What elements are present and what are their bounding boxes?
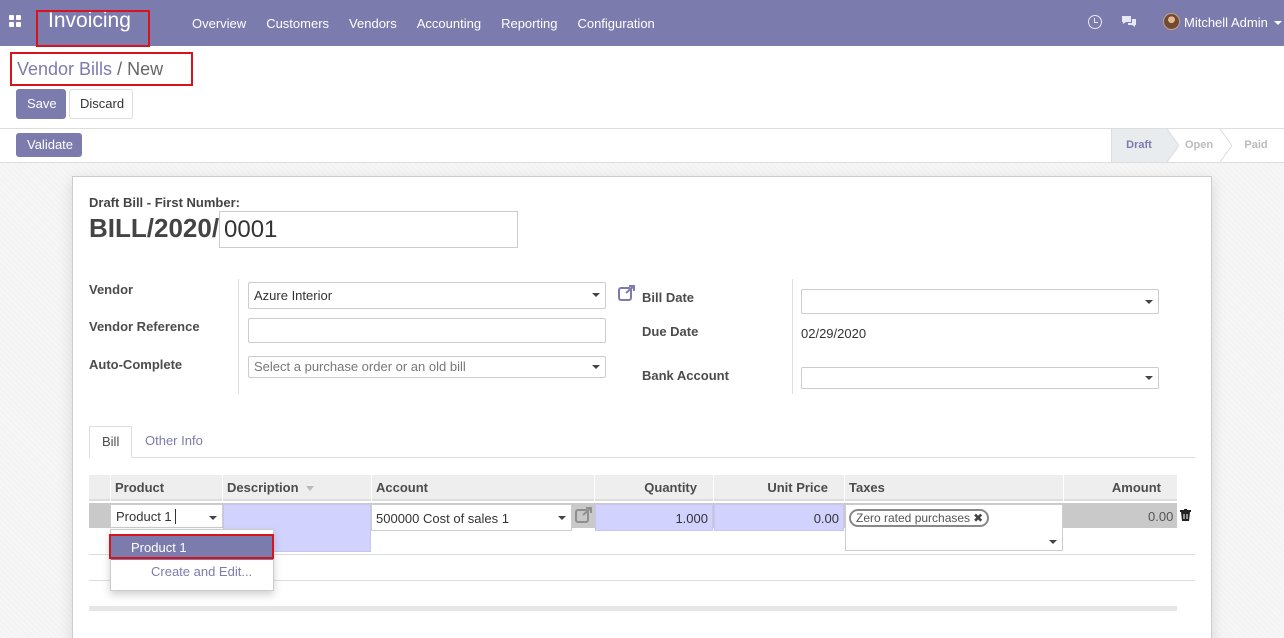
left-group-divider (238, 279, 239, 394)
vendor-label: Vendor (89, 282, 134, 297)
quantity-input[interactable]: 1.000 (595, 504, 713, 531)
quantity-value: 1.000 (675, 511, 708, 526)
due-date-value: 02/29/2020 (801, 326, 867, 341)
column-quantity[interactable]: Quantity (594, 475, 713, 501)
account-value: 500000 Cost of sales 1 (376, 511, 509, 526)
draft-label: Draft Bill - First Number: (89, 195, 240, 210)
vendor-reference-input[interactable] (248, 318, 606, 343)
vendor-field[interactable]: Azure Interior (248, 282, 606, 309)
product-value: Product 1 (116, 509, 172, 524)
product-input[interactable]: Product 1 (110, 504, 223, 528)
column-amount[interactable]: Amount (1063, 475, 1177, 501)
tax-tag: Zero rated purchases ✖ (849, 509, 990, 527)
product-caret-icon[interactable] (209, 516, 217, 520)
tab-other-info[interactable]: Other Info (133, 426, 215, 458)
status-draft: Draft (1111, 129, 1167, 162)
main-menu: Overview Customers Vendors Accounting Re… (182, 0, 665, 46)
breadcrumb-vendor-bills[interactable]: Vendor Bills (17, 59, 112, 79)
save-button[interactable]: Save (16, 89, 66, 119)
auto-complete-label: Auto-Complete (89, 357, 183, 372)
discard-button[interactable]: Discard (69, 89, 133, 119)
status-divider (1111, 129, 1112, 162)
menu-configuration[interactable]: Configuration (567, 16, 664, 31)
status-paid[interactable]: Paid (1236, 129, 1276, 162)
menu-vendors[interactable]: Vendors (339, 16, 407, 31)
tax-tag-label: Zero rated purchases (856, 511, 971, 525)
bill-date-caret-icon[interactable] (1145, 300, 1153, 304)
bank-account-caret-icon[interactable] (1145, 376, 1153, 380)
tabs-baseline (89, 457, 1195, 458)
dropdown-create-and-edit[interactable]: Create and Edit... (111, 560, 273, 584)
bill-date-input[interactable] (801, 289, 1159, 314)
chat-icon[interactable] (1121, 15, 1137, 29)
due-date-label: Due Date (642, 324, 699, 339)
bill-prefix: BILL/2020/ (89, 213, 220, 243)
amount-value: 0.00 (1148, 509, 1174, 524)
breadcrumb-current: New (127, 59, 164, 79)
user-caret-icon[interactable] (1274, 21, 1282, 25)
right-group-divider (792, 279, 793, 394)
taxes-caret-icon[interactable] (1049, 540, 1057, 544)
menu-reporting[interactable]: Reporting (491, 16, 567, 31)
account-input[interactable]: 500000 Cost of sales 1 (371, 504, 572, 531)
breadcrumb-separator: / (117, 59, 123, 79)
unit-price-value: 0.00 (813, 511, 839, 526)
app-name[interactable]: Invoicing (48, 9, 131, 33)
sort-caret-icon (306, 486, 315, 492)
bill-number-input[interactable]: 0001 (219, 211, 518, 248)
validate-button[interactable]: Validate (16, 133, 82, 157)
status-open[interactable]: Open (1178, 129, 1220, 162)
account-external-link-icon[interactable] (575, 507, 593, 523)
menu-accounting[interactable]: Accounting (407, 16, 491, 31)
dropdown-option-product-1[interactable]: Product 1 (111, 536, 273, 560)
account-caret-icon[interactable] (558, 516, 566, 520)
column-unit-price[interactable]: Unit Price (713, 475, 844, 501)
auto-complete-placeholder: Select a purchase order or an old bill (254, 359, 466, 374)
auto-complete-caret-icon[interactable] (592, 365, 600, 369)
text-cursor (175, 509, 176, 524)
user-name[interactable]: Mitchell Admin (1184, 15, 1268, 30)
column-taxes[interactable]: Taxes (844, 475, 1063, 501)
vendor-caret-icon[interactable] (592, 293, 600, 297)
tax-remove-icon[interactable]: ✖ (973, 511, 983, 525)
menu-overview[interactable]: Overview (182, 16, 256, 31)
menu-customers[interactable]: Customers (256, 16, 339, 31)
column-account[interactable]: Account (371, 475, 594, 501)
breadcrumb: Vendor Bills / New (17, 59, 163, 80)
vendor-value: Azure Interior (254, 288, 333, 303)
status-bar: Validate Draft Open Paid (0, 129, 1284, 163)
tab-bill[interactable]: Bill (89, 426, 133, 458)
auto-complete-field[interactable]: Select a purchase order or an old bill (248, 356, 606, 378)
user-avatar[interactable] (1163, 13, 1180, 30)
bank-account-label: Bank Account (642, 368, 729, 383)
apps-grid-icon[interactable] (9, 15, 23, 29)
unit-price-input[interactable]: 0.00 (714, 504, 844, 531)
vendor-reference-label: Vendor Reference (89, 319, 200, 334)
clock-icon[interactable] (1088, 15, 1102, 29)
trash-icon[interactable] (1180, 509, 1191, 521)
column-description[interactable]: Description (222, 475, 371, 501)
bank-account-input[interactable] (801, 367, 1159, 389)
product-autocomplete-dropdown: Product 1 Create and Edit... (110, 529, 274, 591)
table-footer (89, 606, 1177, 611)
status-open-chevron (1220, 129, 1232, 162)
vendor-external-link-icon[interactable] (618, 285, 636, 301)
top-navbar: Invoicing Overview Customers Vendors Acc… (0, 0, 1284, 46)
bill-date-label: Bill Date (642, 290, 695, 305)
column-description-label: Description (227, 480, 299, 495)
invoice-lines-header: Product Description Account Quantity Uni… (89, 475, 1177, 501)
column-product[interactable]: Product (110, 475, 222, 501)
